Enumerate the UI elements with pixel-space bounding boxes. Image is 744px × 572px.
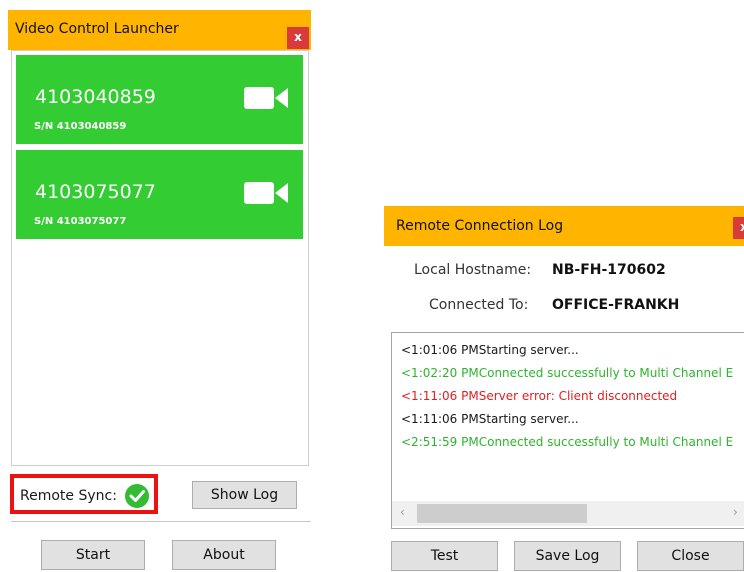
log-entry: <1:11:06 PMServer error: Client disconne… — [401, 389, 678, 403]
device-name: 4103075077 — [35, 181, 156, 203]
device-list: 4103040859 S/N 4103040859 4103075077 S/N… — [11, 50, 309, 466]
test-button[interactable]: Test — [391, 541, 498, 571]
video-camera-icon — [244, 182, 288, 204]
remote-connection-log-window: Remote Connection Log x Local Hostname: … — [384, 206, 744, 572]
close-button[interactable]: Close — [637, 541, 744, 571]
video-camera-icon — [244, 87, 288, 109]
log-list[interactable]: <1:01:06 PMStarting server... <1:02:20 P… — [391, 332, 744, 529]
log-entry: <2:51:59 PMConnected successfully to Mul… — [401, 435, 734, 449]
log-window-close-button[interactable]: x — [733, 217, 744, 239]
device-serial: S/N 4103040859 — [34, 121, 127, 132]
scroll-right-icon[interactable]: › — [733, 505, 738, 519]
device-tile[interactable]: 4103040859 S/N 4103040859 — [16, 55, 303, 144]
video-control-launcher-window: Video Control Launcher x 4103040859 S/N … — [8, 10, 311, 572]
log-titlebar[interactable]: Remote Connection Log x — [384, 206, 744, 246]
device-name: 4103040859 — [35, 86, 156, 108]
about-button[interactable]: About — [172, 540, 276, 570]
remote-sync-highlight — [10, 474, 158, 514]
log-entry: <1:02:20 PMConnected successfully to Mul… — [401, 366, 734, 380]
scroll-left-icon[interactable]: ‹ — [400, 505, 405, 519]
save-log-button[interactable]: Save Log — [514, 541, 621, 571]
horizontal-scrollbar[interactable]: ‹ › — [392, 501, 744, 526]
log-entry: <1:01:06 PMStarting server... — [401, 343, 579, 357]
local-hostname-value: NB-FH-170602 — [552, 262, 666, 278]
device-serial: S/N 4103075077 — [34, 216, 127, 227]
local-hostname-label: Local Hostname: — [414, 262, 532, 278]
show-log-button[interactable]: Show Log — [192, 481, 297, 509]
scrollbar-thumb[interactable] — [417, 504, 587, 523]
connected-to-label: Connected To: — [429, 297, 529, 313]
divider — [11, 521, 311, 522]
connected-to-value: OFFICE-FRANKH — [552, 297, 680, 313]
launcher-close-button[interactable]: x — [287, 27, 309, 49]
log-window-title: Remote Connection Log — [396, 218, 564, 234]
launcher-titlebar[interactable]: Video Control Launcher x — [8, 10, 311, 50]
log-entry: <1:11:06 PMStarting server... — [401, 412, 579, 426]
start-button[interactable]: Start — [41, 540, 145, 570]
device-tile[interactable]: 4103075077 S/N 4103075077 — [16, 150, 303, 239]
launcher-title: Video Control Launcher — [15, 21, 179, 37]
